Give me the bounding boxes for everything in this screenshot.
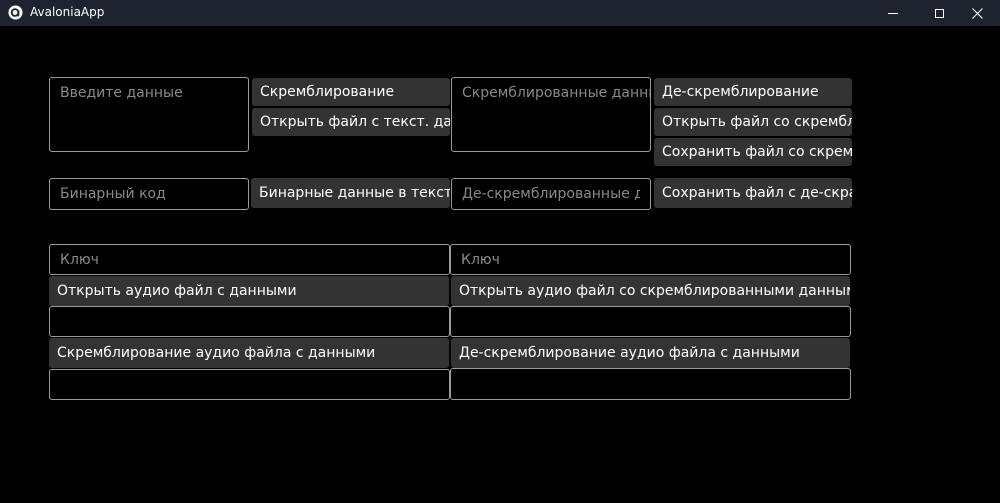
title-bar: AvaloniaApp <box>0 0 1000 26</box>
minimize-button[interactable] <box>870 0 916 26</box>
right-key-field[interactable] <box>450 244 851 275</box>
left-audio-path-field[interactable] <box>49 306 450 337</box>
open-audio-file-button[interactable]: Открыть аудио файл с данными <box>49 276 449 306</box>
save-scrambled-file-button[interactable]: Сохранить файл со скрем( <box>654 138 852 166</box>
left-audio-result-field[interactable] <box>49 369 450 400</box>
scrambled-data-field[interactable] <box>451 77 651 152</box>
open-scrambled-file-button[interactable]: Открыть файл со скрембл <box>654 108 852 136</box>
right-audio-path-field[interactable] <box>450 306 851 337</box>
maximize-icon <box>934 8 944 18</box>
open-text-file-button[interactable]: Открыть файл с текст. дан <box>252 108 450 136</box>
descramble-button[interactable]: Де-скремблирование <box>654 78 852 106</box>
scramble-button[interactable]: Скремблирование <box>252 78 450 106</box>
left-key-field[interactable] <box>49 244 450 275</box>
avalonia-logo-icon <box>8 5 23 20</box>
descramble-audio-button[interactable]: Де-скремблирование аудио файла с данными <box>451 338 850 368</box>
binary-to-text-button[interactable]: Бинарные данные в текст <box>251 178 450 208</box>
minimize-icon <box>888 12 898 14</box>
descrambled-data-field[interactable] <box>451 178 651 210</box>
window-title: AvaloniaApp <box>30 5 105 19</box>
save-descrambled-file-button[interactable]: Сохранить файл с де-скра <box>654 178 852 208</box>
close-icon <box>971 7 983 19</box>
right-audio-result-field[interactable] <box>450 368 851 400</box>
close-button[interactable] <box>954 0 1000 26</box>
scramble-audio-button[interactable]: Скремблирование аудио файла с данными <box>49 338 449 368</box>
binary-code-field[interactable] <box>49 178 249 210</box>
open-scrambled-audio-file-button[interactable]: Открыть аудио файл со скремблированными … <box>451 276 850 306</box>
input-data-field[interactable] <box>49 77 249 152</box>
